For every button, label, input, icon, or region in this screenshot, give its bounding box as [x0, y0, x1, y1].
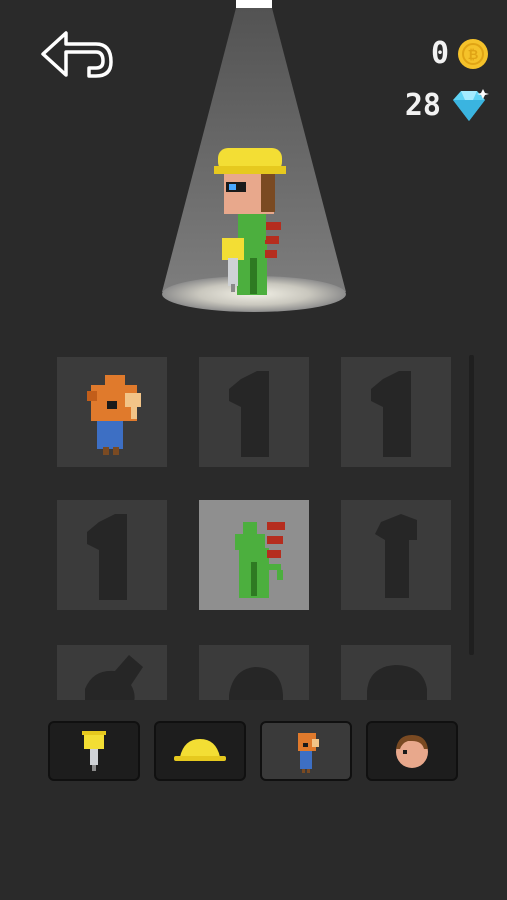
locked-silhouette-icon [367, 665, 427, 700]
character-outfit-icon [298, 733, 319, 773]
outfit-grid-scrollbar[interactable] [469, 355, 474, 655]
gem-amount: 28 [404, 88, 441, 123]
head-tab[interactable] [366, 721, 458, 781]
outfit-locked-4[interactable] [57, 500, 167, 610]
outfit-locked-7[interactable] [57, 645, 167, 700]
outfit-locked-9[interactable] [341, 645, 451, 700]
outfit-locked-3[interactable] [341, 357, 451, 467]
outfit-grid[interactable] [55, 355, 455, 700]
back-arrow-icon [41, 31, 113, 78]
locked-silhouette-icon [229, 371, 269, 457]
category-tabs [48, 721, 458, 781]
coin-icon: ₿ [458, 38, 488, 69]
outfit-orange-creature[interactable] [57, 357, 167, 467]
outfit-locked-8[interactable] [199, 645, 309, 700]
locked-silhouette-icon [371, 371, 411, 457]
outfit-tab[interactable] [260, 721, 352, 781]
locked-silhouette-icon [87, 514, 127, 600]
diamond-icon [453, 88, 489, 121]
head-icon [396, 735, 428, 768]
back-button[interactable] [40, 30, 114, 80]
hard-hat-icon [174, 739, 226, 761]
svg-text:₿: ₿ [468, 48, 479, 63]
orange-creature-icon [87, 375, 141, 455]
outfit-locked-2[interactable] [199, 357, 309, 467]
coin-amount: 0 [430, 36, 449, 71]
locked-silhouette-icon [85, 655, 143, 700]
coin-counter: 0 ₿ [431, 36, 489, 71]
spotlight-lamp [236, 0, 272, 8]
outfit-green-dragon[interactable] [199, 500, 309, 610]
tool-tab[interactable] [48, 721, 140, 781]
green-dragon-outfit-icon [235, 522, 285, 598]
locked-silhouette-icon [375, 514, 417, 598]
hat-tab[interactable] [154, 721, 246, 781]
gem-counter: 28 [405, 88, 489, 123]
locked-silhouette-icon [229, 667, 283, 700]
outfit-locked-6[interactable] [341, 500, 451, 610]
jackhammer-icon [82, 731, 106, 771]
